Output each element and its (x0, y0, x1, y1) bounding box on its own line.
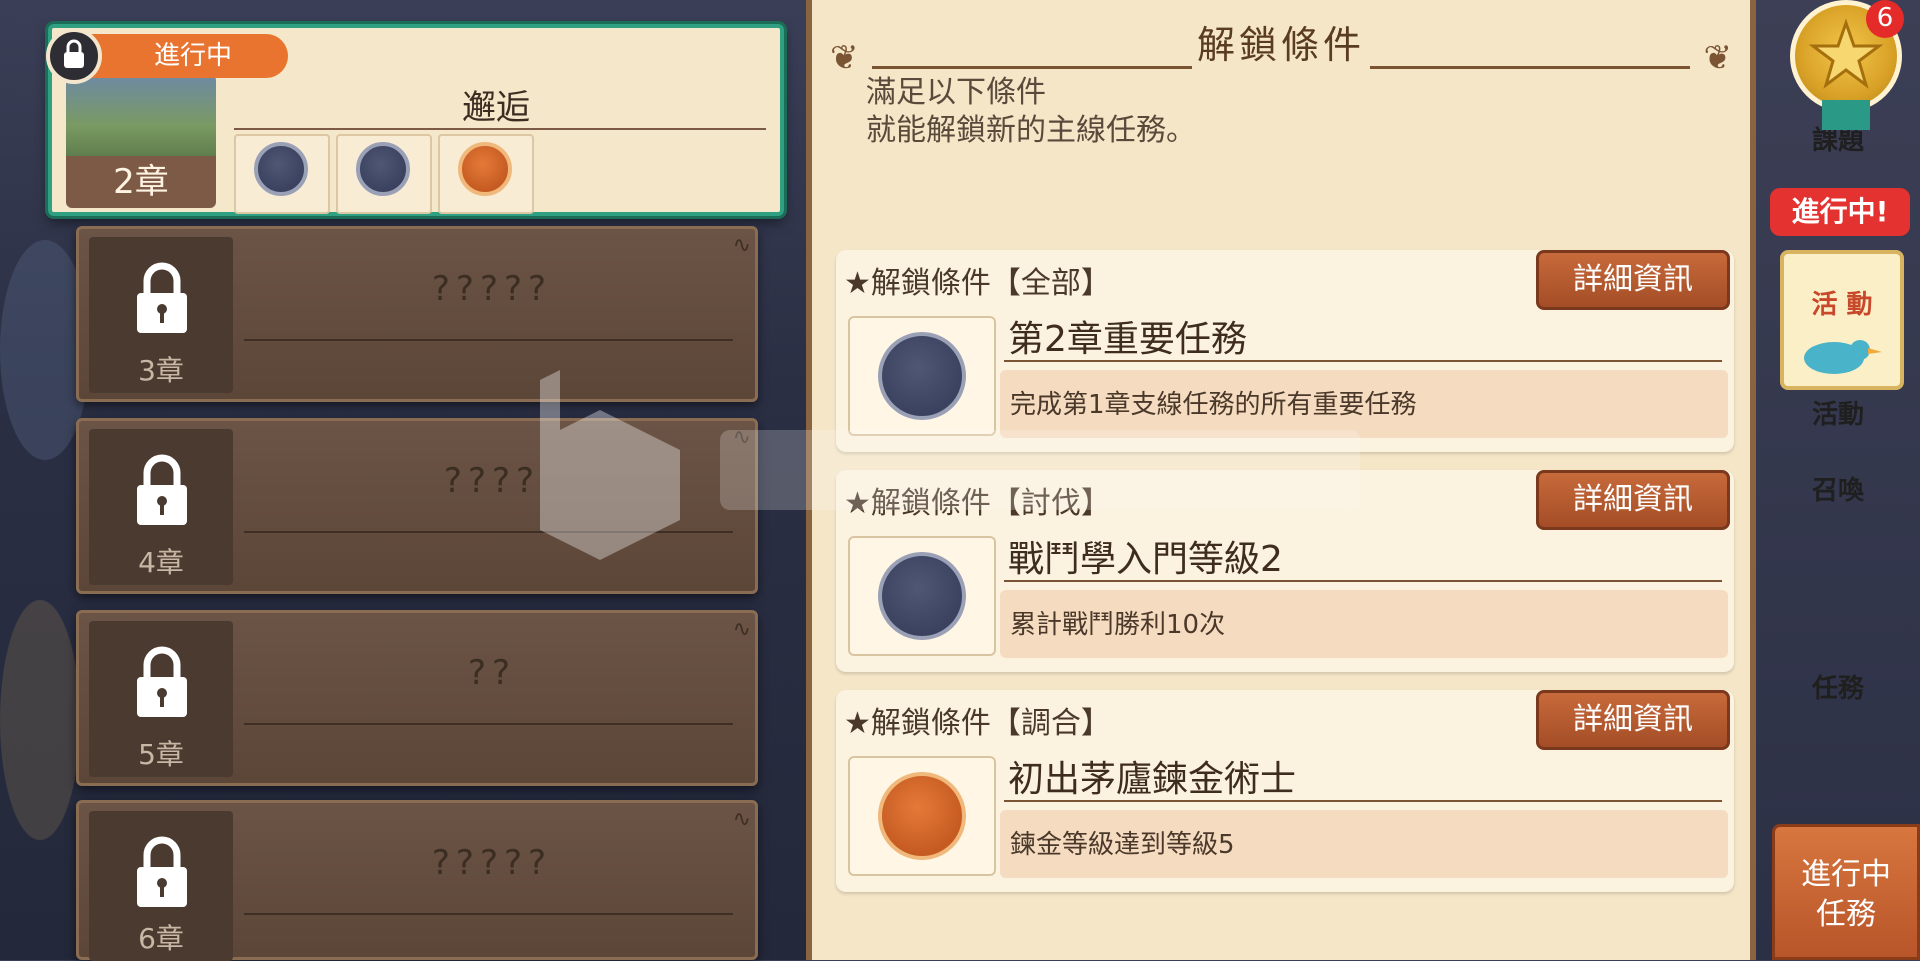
panel-title: 解鎖條件 (1196, 23, 1365, 67)
requirement-slot[interactable] (234, 134, 330, 214)
scroll-medal-icon (254, 142, 308, 196)
chapter-title: ?? (467, 653, 517, 693)
in-progress-tag: 進行中 (88, 34, 288, 78)
title-divider (244, 913, 733, 915)
condition-icon-frame (848, 756, 996, 876)
pot-medal-icon (878, 772, 966, 860)
details-button[interactable]: 詳細資訊 (1536, 470, 1730, 530)
condition-detail: 完成第1章支線任務的所有重要任務 (1010, 390, 1417, 420)
condition-card: ★解鎖條件【討伐】 詳細資訊 戰鬥學入門等級2 累計戰鬥勝利10次 (836, 470, 1734, 672)
title-divider (244, 339, 733, 341)
corner-ornament: ∿ (732, 807, 751, 832)
condition-detail: 鍊金等級達到等級5 (1010, 830, 1235, 860)
cat-medal-icon (356, 142, 410, 196)
unlock-conditions-panel: 解鎖條件 ❦ ❦ 滿足以下條件 就能解鎖新的主線任務。 ★解鎖條件【全部】 詳細… (806, 0, 1756, 960)
event-label: 活動 (1811, 400, 1864, 430)
details-button[interactable]: 詳細資訊 (1536, 250, 1730, 310)
condition-name: 第2章重要任務 (1008, 319, 1247, 360)
bird-icon (1804, 340, 1882, 374)
title-divider (234, 128, 766, 130)
corner-ornament: ∿ (732, 233, 751, 258)
title-divider (244, 531, 733, 533)
chapter-number: 5章 (138, 738, 184, 771)
chapter-number: 2章 (66, 156, 216, 208)
event-in-progress-tag: 進行中! (1770, 188, 1910, 236)
lock-panel: 3章 (89, 237, 233, 393)
event-card-text: 活 動 (1811, 290, 1873, 320)
lock-icon (137, 646, 187, 717)
chapter-title: ????? (431, 843, 553, 883)
details-button[interactable]: 詳細資訊 (1536, 690, 1730, 750)
requirement-slot[interactable] (438, 134, 534, 214)
active-quest-button[interactable]: 進行中 任務 (1772, 824, 1920, 960)
background-art (0, 600, 80, 840)
cat-medal-icon (878, 552, 966, 640)
condition-name: 戰鬥學入門等級2 (1008, 539, 1283, 580)
condition-header: ★解鎖條件【討伐】 (844, 486, 1111, 521)
ornament-left-icon: ❦ (830, 38, 859, 78)
condition-name: 初出茅廬鍊金術士 (1008, 759, 1297, 800)
requirement-slot[interactable] (336, 134, 432, 214)
lock-icon (137, 836, 187, 907)
corner-ornament: ∿ (732, 425, 751, 450)
chapter-number: 6章 (138, 922, 184, 955)
condition-header: ★解鎖條件【調合】 (844, 706, 1111, 741)
chapter-card-locked[interactable]: 4章 ???? ∿ (76, 418, 758, 594)
lock-panel: 6章 (89, 811, 233, 961)
quest-label: 任務 (1811, 674, 1864, 704)
condition-divider (1004, 580, 1722, 582)
lock-icon (137, 454, 187, 525)
pot-medal-icon (458, 142, 512, 196)
lock-panel: 5章 (89, 621, 233, 777)
lock-icon (137, 262, 187, 333)
chapter-title: ????? (431, 269, 553, 309)
condition-divider (1004, 800, 1722, 802)
summon-label: 召喚 (1811, 476, 1864, 506)
chapter-title: 邂逅 (462, 88, 530, 128)
condition-detail: 累計戰鬥勝利10次 (1010, 610, 1226, 640)
tasks-count-badge: 6 (1866, 0, 1904, 38)
chapter-card-locked[interactable]: 3章 ????? ∿ (76, 226, 758, 402)
chapter-card-locked[interactable]: 5章 ?? ∿ (76, 610, 758, 786)
title-divider (244, 723, 733, 725)
lock-panel: 4章 (89, 429, 233, 585)
current-chapter-card[interactable]: 2章 進行中 邂逅 (46, 24, 784, 216)
right-sidebar: 課題 活動 召喚 任務 (1756, 0, 1920, 960)
scroll-medal-icon (878, 332, 966, 420)
ornament-right-icon: ❦ (1703, 38, 1733, 78)
condition-icon-frame (848, 536, 996, 656)
chapter-title: ???? (443, 461, 541, 501)
medal-ribbon (1822, 100, 1870, 130)
condition-header: ★解鎖條件【全部】 (844, 266, 1111, 301)
lock-badge-icon (46, 28, 102, 84)
corner-ornament: ∿ (732, 617, 751, 642)
chapter-number: 4章 (138, 546, 184, 579)
condition-card: ★解鎖條件【調合】 詳細資訊 初出茅廬鍊金術士 鍊金等級達到等級5 (836, 690, 1734, 892)
ornament-line (1370, 66, 1690, 69)
event-card-icon[interactable]: 活 動 (1780, 250, 1904, 390)
ornament-line (872, 66, 1192, 69)
chapter-number: 3章 (138, 354, 184, 387)
condition-divider (1004, 360, 1722, 362)
panel-description: 滿足以下條件 就能解鎖新的主線任務。 (866, 75, 1196, 148)
in-progress-tag-label: 進行中 (154, 41, 233, 71)
chapter-card-locked[interactable]: 6章 ????? ∿ (76, 800, 758, 961)
condition-icon-frame (848, 316, 996, 436)
condition-card: ★解鎖條件【全部】 詳細資訊 第2章重要任務 完成第1章支線任務的所有重要任務 (836, 250, 1734, 452)
